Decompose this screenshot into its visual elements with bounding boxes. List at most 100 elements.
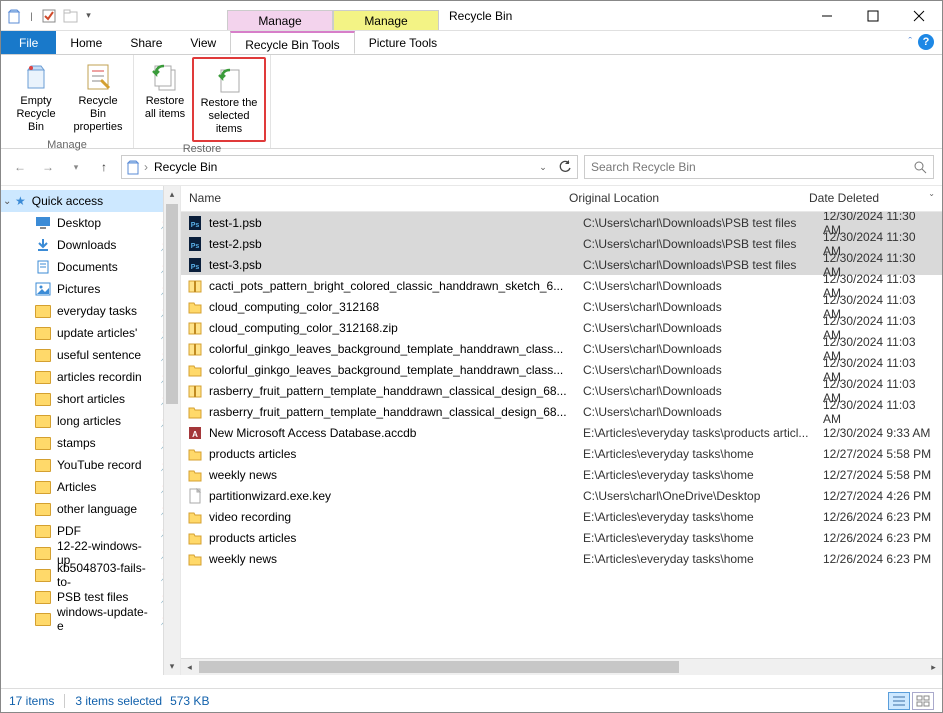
back-button[interactable]: ←: [9, 156, 31, 178]
file-icon: [187, 404, 203, 420]
sidebar-item[interactable]: Pictures📌: [1, 278, 180, 300]
breadcrumb-location[interactable]: Recycle Bin: [150, 160, 221, 174]
scroll-right-icon[interactable]: ▸: [925, 659, 942, 675]
sidebar-item[interactable]: update articles'📌: [1, 322, 180, 344]
status-separator: [64, 694, 65, 708]
file-icon: A: [187, 425, 203, 441]
table-row[interactable]: weekly newsE:\Articles\everyday tasks\ho…: [181, 548, 942, 569]
chevron-down-icon[interactable]: ⌄: [3, 196, 11, 207]
scrollbar-thumb[interactable]: [166, 204, 178, 404]
cell-name: products articles: [209, 447, 583, 461]
new-folder-icon[interactable]: [62, 7, 80, 25]
search-icon[interactable]: [913, 160, 927, 174]
qat-separator: |: [27, 11, 36, 21]
cell-name: weekly news: [209, 468, 583, 482]
contextual-tab-recycle[interactable]: Manage: [227, 10, 333, 30]
sidebar-item[interactable]: windows-update-e📌: [1, 608, 180, 630]
view-toggles: [888, 692, 934, 710]
cell-original-location: C:\Users\charl\Downloads: [583, 363, 823, 377]
scroll-down-icon[interactable]: ▾: [164, 658, 180, 675]
address-bar-row: ← → ▾ ↑ › Recycle Bin ⌄ Search Recycle B…: [1, 149, 942, 185]
sidebar-item[interactable]: articles recordin📌: [1, 366, 180, 388]
sidebar-item[interactable]: useful sentence📌: [1, 344, 180, 366]
column-header-date-deleted[interactable]: Date Deleted⌄: [801, 186, 942, 211]
recent-locations-dropdown[interactable]: ▾: [65, 156, 87, 178]
nav-item-label: useful sentence: [57, 348, 141, 362]
file-icon: Ps: [187, 215, 203, 231]
cell-original-location: C:\Users\charl\Downloads: [583, 300, 823, 314]
restore-selected-items-button[interactable]: Restore the selected items: [192, 57, 266, 142]
help-icon[interactable]: ?: [918, 34, 934, 50]
cell-name: test-2.psb: [209, 237, 583, 251]
table-row[interactable]: video recordingE:\Articles\everyday task…: [181, 506, 942, 527]
tab-picture-tools[interactable]: Picture Tools: [355, 31, 451, 54]
file-icon: [187, 362, 203, 378]
tab-home[interactable]: Home: [56, 31, 116, 54]
table-row[interactable]: products articlesE:\Articles\everyday ta…: [181, 443, 942, 464]
search-input[interactable]: Search Recycle Bin: [584, 155, 934, 179]
address-dropdown-icon[interactable]: ⌄: [533, 157, 553, 177]
details-view-button[interactable]: [888, 692, 910, 710]
thumbnails-view-button[interactable]: [912, 692, 934, 710]
table-row[interactable]: ANew Microsoft Access Database.accdbE:\A…: [181, 422, 942, 443]
table-row[interactable]: weekly newsE:\Articles\everyday tasks\ho…: [181, 464, 942, 485]
sidebar-item[interactable]: Downloads📌: [1, 234, 180, 256]
hscroll-thumb[interactable]: [199, 661, 679, 673]
search-placeholder: Search Recycle Bin: [591, 160, 696, 174]
scroll-left-icon[interactable]: ◂: [181, 659, 198, 675]
sidebar-item[interactable]: short articles📌: [1, 388, 180, 410]
column-header-name[interactable]: Name: [181, 186, 561, 211]
tab-file[interactable]: File: [1, 31, 56, 54]
sidebar-item[interactable]: stamps📌: [1, 432, 180, 454]
nav-item-icon: [35, 481, 51, 494]
sidebar-item[interactable]: Documents📌: [1, 256, 180, 278]
window-title: Recycle Bin: [439, 1, 804, 30]
tab-share[interactable]: Share: [116, 31, 176, 54]
nav-quick-access[interactable]: ⌄ ★ Quick access: [1, 190, 180, 212]
qat-dropdown-icon[interactable]: ▾: [84, 10, 93, 21]
tab-view[interactable]: View: [176, 31, 230, 54]
horizontal-scrollbar[interactable]: ◂ ▸: [181, 658, 942, 675]
status-bar: 17 items 3 items selected 573 KB: [1, 688, 942, 712]
nav-item-label: long articles: [57, 414, 121, 428]
sidebar-item[interactable]: kb5048703-fails-to-📌: [1, 564, 180, 586]
nav-item-icon: [35, 371, 51, 384]
file-icon: [187, 383, 203, 399]
file-icon: [187, 467, 203, 483]
scroll-up-icon[interactable]: ▴: [164, 186, 180, 203]
nav-item-icon: [35, 547, 51, 560]
table-row[interactable]: partitionwizard.exe.keyC:\Users\charl\On…: [181, 485, 942, 506]
sidebar-item[interactable]: Articles📌: [1, 476, 180, 498]
table-row[interactable]: products articlesE:\Articles\everyday ta…: [181, 527, 942, 548]
restore-all-items-button[interactable]: Restore all items: [138, 57, 192, 142]
nav-item-icon: [35, 591, 51, 604]
sidebar-item[interactable]: everyday tasks📌: [1, 300, 180, 322]
navpane-scrollbar[interactable]: ▴ ▾: [163, 186, 180, 675]
up-button[interactable]: ↑: [93, 156, 115, 178]
cell-original-location: C:\Users\charl\OneDrive\Desktop: [583, 489, 823, 503]
empty-bin-icon: [20, 61, 52, 93]
recycle-bin-properties-button[interactable]: Recycle Bin properties: [67, 57, 129, 138]
svg-text:Ps: Ps: [191, 222, 200, 229]
collapse-ribbon-icon[interactable]: ˆ: [908, 36, 912, 48]
file-list-body[interactable]: Pstest-1.psbC:\Users\charl\Downloads\PSB…: [181, 212, 942, 658]
empty-recycle-bin-button[interactable]: Empty Recycle Bin: [5, 57, 67, 138]
refresh-icon[interactable]: [555, 157, 575, 177]
minimize-button[interactable]: [804, 1, 850, 31]
tab-recycle-bin-tools[interactable]: Recycle Bin Tools: [230, 31, 355, 54]
address-bar[interactable]: › Recycle Bin ⌄: [121, 155, 578, 179]
sidebar-item[interactable]: long articles📌: [1, 410, 180, 432]
sidebar-item[interactable]: Desktop📌: [1, 212, 180, 234]
sidebar-item[interactable]: YouTube record📌: [1, 454, 180, 476]
nav-item-label: Pictures: [57, 282, 100, 296]
checkbox-icon[interactable]: [40, 7, 58, 25]
table-row[interactable]: rasberry_fruit_pattern_template_handdraw…: [181, 401, 942, 422]
column-header-location[interactable]: Original Location: [561, 186, 801, 211]
sidebar-item[interactable]: other language📌: [1, 498, 180, 520]
nav-item-label: Desktop: [57, 216, 101, 230]
breadcrumb-sep-icon[interactable]: ›: [142, 160, 150, 174]
contextual-tab-picture[interactable]: Manage: [333, 10, 439, 30]
close-button[interactable]: [896, 1, 942, 31]
maximize-button[interactable]: [850, 1, 896, 31]
file-icon: Ps: [187, 236, 203, 252]
